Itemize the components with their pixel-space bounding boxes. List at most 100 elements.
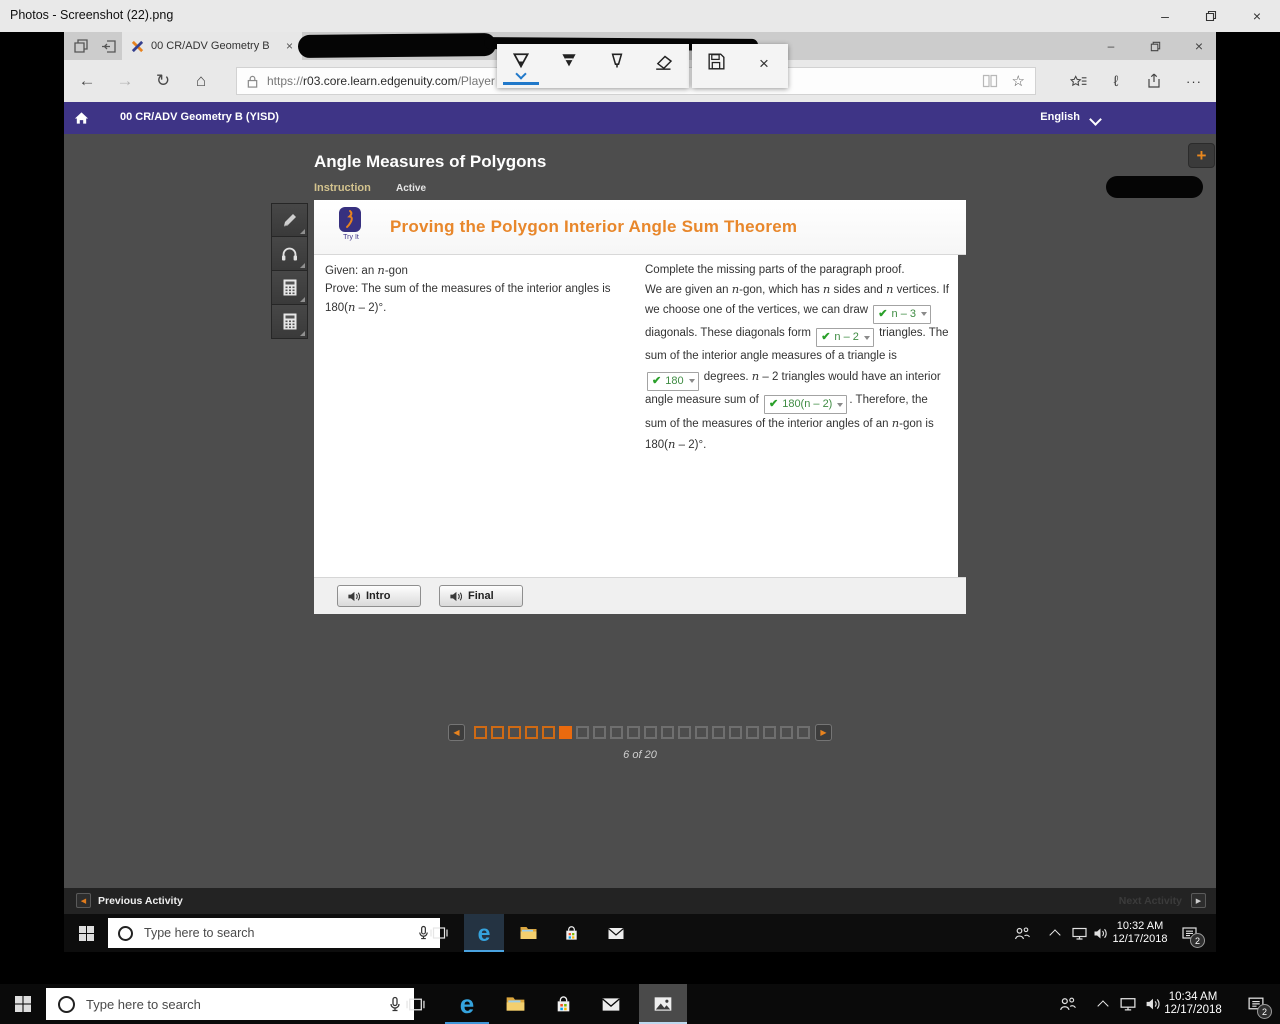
restore-button[interactable] (1188, 0, 1234, 32)
dropdown-value: 180 (665, 374, 684, 387)
restore-icon (1150, 41, 1160, 51)
pagination-square[interactable] (610, 726, 623, 739)
text-run: – 2)°. (675, 438, 707, 451)
edge-restore-button[interactable] (1134, 32, 1176, 60)
eraser-button[interactable] (641, 44, 689, 88)
answer-dropdown[interactable]: ✔ 180 (647, 371, 699, 391)
store-button[interactable] (553, 914, 589, 952)
pagination-square[interactable] (474, 726, 487, 739)
windows-logo-icon (15, 996, 31, 1012)
pagination-square[interactable] (729, 726, 742, 739)
people-icon[interactable] (1004, 914, 1040, 952)
tray-clock[interactable]: 10:34 AM 12/17/2018 (1152, 991, 1234, 1017)
previous-activity-button[interactable]: ◀ (76, 893, 91, 908)
panel-scroll-strip[interactable] (958, 255, 966, 577)
redaction-scribble (297, 32, 497, 59)
notification-badge: 2 (1190, 933, 1205, 948)
browser-tab[interactable]: 00 CR/ADV Geometry B × (122, 32, 302, 60)
people-icon[interactable] (1050, 984, 1086, 1024)
ballpoint-pen-button[interactable] (497, 44, 545, 88)
close-toolbar-button[interactable]: × (740, 44, 788, 88)
calculator-tool-button[interactable] (271, 271, 308, 305)
search-input[interactable]: Type here to search (108, 918, 440, 948)
action-center-icon[interactable]: 2 (1238, 984, 1274, 1024)
desktop: Photos - Screenshot (22).png – × 00 CR/A… (0, 0, 1280, 1024)
home-button[interactable]: ⌂ (182, 60, 220, 102)
text-run: We are given an (645, 284, 732, 296)
pagination-square[interactable] (780, 726, 793, 739)
pagination-square[interactable] (763, 726, 776, 739)
file-explorer-button[interactable] (510, 914, 546, 952)
web-note-icon[interactable]: ℓ (1098, 60, 1134, 102)
add-favorite-star-icon[interactable]: ☆ (1012, 72, 1025, 90)
pagination-square[interactable] (661, 726, 674, 739)
intro-audio-button[interactable]: Intro (337, 585, 421, 607)
pagination-square[interactable] (491, 726, 504, 739)
name-redaction-scribble (1106, 176, 1203, 198)
share-icon[interactable] (1136, 60, 1172, 102)
more-options-icon[interactable]: ··· (1176, 60, 1212, 102)
highlighter-tool-button[interactable] (271, 203, 308, 237)
tray-time: 10:32 AM (1116, 920, 1164, 932)
edge-taskbar-button[interactable]: e (466, 914, 502, 952)
set-tabs-aside-icon[interactable] (100, 37, 118, 55)
task-view-button[interactable] (421, 914, 457, 952)
audio-tool-button[interactable] (271, 237, 308, 271)
forward-button[interactable]: → (106, 60, 144, 102)
final-audio-button[interactable]: Final (439, 585, 523, 607)
pagination-square[interactable] (542, 726, 555, 739)
tab-close-icon[interactable]: × (286, 39, 293, 53)
pagination-square[interactable] (695, 726, 708, 739)
next-page-button[interactable]: ▶ (815, 724, 832, 741)
edge-close-button[interactable]: × (1178, 32, 1220, 60)
start-button[interactable] (2, 984, 44, 1024)
next-activity-button[interactable]: ▶ (1191, 893, 1206, 908)
pagination-square[interactable] (576, 726, 589, 739)
reading-view-icon[interactable] (982, 74, 998, 88)
pencil-icon (283, 214, 296, 227)
tab-active[interactable]: Active (396, 183, 426, 194)
calligraphy-pen-button[interactable] (593, 44, 641, 88)
tab-instruction[interactable]: Instruction (314, 182, 371, 194)
pagination-square[interactable] (678, 726, 691, 739)
tray-clock[interactable]: 10:32 AM 12/17/2018 (1101, 920, 1179, 946)
pagination-square[interactable] (712, 726, 725, 739)
save-button[interactable] (692, 44, 740, 88)
minimize-button[interactable]: – (1142, 0, 1188, 32)
graphing-calculator-tool-button[interactable] (271, 305, 308, 339)
language-selector[interactable]: English (1040, 111, 1080, 123)
mail-button[interactable] (598, 914, 634, 952)
pagination-square[interactable] (508, 726, 521, 739)
search-input[interactable]: Type here to search (46, 988, 414, 1020)
prove-line: Prove: The sum of the measures of the in… (325, 280, 633, 317)
store-button[interactable] (543, 984, 583, 1024)
answer-dropdown[interactable]: ✔ n – 2 (816, 328, 874, 347)
task-view-button[interactable] (395, 984, 435, 1024)
pagination-square[interactable] (593, 726, 606, 739)
favorites-hub-icon[interactable] (1060, 60, 1096, 102)
answer-dropdown[interactable]: ✔ 180(n – 2) (763, 395, 848, 414)
edge-taskbar-button[interactable]: e (447, 984, 487, 1024)
pagination-square[interactable] (797, 726, 810, 739)
pagination-square[interactable] (559, 726, 572, 739)
given-line: Given: an n-gon (325, 261, 633, 280)
photos-taskbar-button[interactable] (643, 984, 683, 1024)
action-center-icon[interactable]: 2 (1172, 914, 1206, 952)
lms-home-button[interactable] (64, 102, 98, 134)
answer-dropdown[interactable]: ✔ n – 3 (873, 304, 931, 324)
previous-page-button[interactable]: ◀ (448, 724, 465, 741)
back-button[interactable]: ← (68, 60, 106, 102)
tabs-set-aside-icon[interactable] (72, 37, 90, 55)
mail-button[interactable] (591, 984, 631, 1024)
add-button[interactable]: + (1188, 143, 1215, 168)
refresh-button[interactable]: ↻ (144, 60, 182, 102)
pagination-square[interactable] (746, 726, 759, 739)
pagination-square[interactable] (525, 726, 538, 739)
pagination-square[interactable] (627, 726, 640, 739)
file-explorer-button[interactable] (495, 984, 535, 1024)
close-button[interactable]: × (1234, 0, 1280, 32)
edge-minimize-button[interactable]: – (1090, 32, 1132, 60)
pagination-square[interactable] (644, 726, 657, 739)
start-button[interactable] (68, 914, 104, 952)
pencil-button[interactable] (545, 44, 593, 88)
